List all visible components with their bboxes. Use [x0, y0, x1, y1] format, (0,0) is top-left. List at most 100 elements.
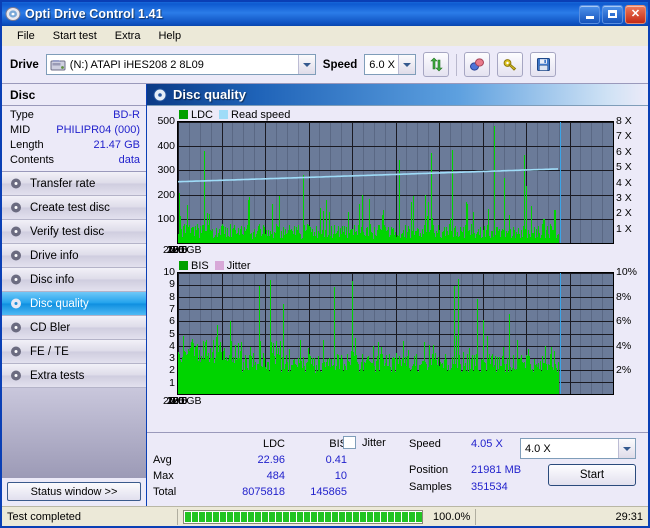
window-title: Opti Drive Control 1.41 — [25, 7, 163, 21]
disc-test-icon — [11, 274, 21, 285]
progress-chunk — [416, 511, 422, 522]
axis-tick-label: 2 — [169, 364, 175, 377]
disc-info-value: 21.47 GB — [93, 139, 140, 151]
chart-top-xaxis-row: 0.0 2.5 5.0 7.5 10.0 12.5 15.0 17.5 20.0 22.5 25.0… — [147, 244, 648, 259]
progress-chunk — [304, 511, 310, 522]
axis-tick-label: 10 — [163, 266, 175, 278]
speed-select[interactable]: 6.0 X — [364, 54, 417, 75]
panel-header: Disc quality — [147, 84, 648, 106]
disc-info-value: BD-R — [113, 109, 140, 121]
axis-tick-label: 200 — [157, 188, 175, 201]
stats-value-ldc: 22.96 — [257, 454, 285, 466]
progress-chunk — [227, 511, 233, 522]
axis-tick-label: 3 X — [616, 191, 632, 204]
disc-test-icon — [11, 226, 21, 237]
axis-tick-label: 4 — [169, 339, 175, 352]
stats-table: LDC BIS Avg 22.96 0.41 Max 484 10 Total … — [153, 436, 403, 506]
eject-icon — [470, 58, 485, 71]
eject-button[interactable] — [464, 52, 491, 77]
sidebar-item-transfer-rate[interactable]: Transfer rate — [2, 172, 146, 196]
test-speed-select[interactable]: 4.0 X — [520, 438, 636, 459]
refresh-button[interactable] — [423, 52, 450, 77]
stats-row-avg: Avg 22.96 0.41 — [153, 452, 403, 468]
sidebar-item-disc-info[interactable]: Disc info — [2, 268, 146, 292]
legend-swatch-jitter — [214, 261, 224, 270]
sidebar-item-label: Disc info — [30, 273, 75, 286]
sidebar-item-create-test-disc[interactable]: Create test disc — [2, 196, 146, 220]
chart-bottom: 1 2 3 4 5 6 7 8 9 10 2% 4% 6% 8% 10% — [147, 266, 648, 395]
sidebar-item-label: Transfer rate — [30, 177, 96, 190]
progress-chunk — [346, 511, 352, 522]
disc-test-icon — [11, 322, 21, 333]
sidebar-item-label: Verify test disc — [30, 225, 105, 238]
status-percent: 100.0% — [433, 510, 471, 523]
sidebar-item-fe-te[interactable]: FE / TE — [2, 340, 146, 364]
save-button[interactable] — [530, 52, 557, 77]
chart-bottom-y2axis: 2% 4% 6% 8% 10% — [614, 266, 648, 395]
chevron-down-icon[interactable] — [297, 55, 315, 74]
menu-file[interactable]: File — [8, 28, 44, 44]
progress-chunk — [409, 511, 415, 522]
chart-top-plot[interactable] — [177, 121, 614, 244]
chart-cursor[interactable] — [560, 273, 561, 394]
sidebar-item-disc-quality[interactable]: Disc quality — [2, 292, 146, 316]
menu-extra[interactable]: Extra — [106, 28, 150, 44]
toolbar-separator — [456, 53, 458, 76]
progress-chunk — [395, 511, 401, 522]
stats-col-bis: BIS — [329, 438, 347, 450]
disc-info-key: Length — [10, 139, 44, 151]
chart-legend-top: LDC Read speed — [147, 108, 648, 121]
sidebar-item-label: Extra tests — [30, 369, 85, 382]
disc-info-key: MID — [10, 124, 31, 136]
stats-row-label: Max — [153, 470, 174, 482]
sidebar-item-extra-tests[interactable]: Extra tests — [2, 364, 146, 388]
close-button[interactable]: ✕ — [625, 4, 646, 24]
chevron-down-icon[interactable] — [398, 55, 416, 74]
sidebar-item-verify-test-disc[interactable]: Verify test disc — [2, 220, 146, 244]
drive-label: Drive — [10, 58, 39, 71]
chart-top: 100 200 300 400 500 1 X 2 X 3 X 4 X 5 X 6 X 7 X 8 X — [147, 115, 648, 244]
stats-value-ldc: 484 — [266, 470, 285, 482]
axis-tick-label: 500 — [157, 115, 175, 127]
progress-cell — [178, 507, 428, 526]
title-bar: Opti Drive Control 1.41 ✕ — [2, 2, 648, 26]
chart-bottom-plot[interactable] — [177, 272, 614, 395]
jitter-checkbox[interactable] — [343, 436, 356, 449]
disc-info-row: Type BD-R — [10, 108, 140, 123]
progress-chunk — [402, 511, 408, 522]
speed-label: Speed — [322, 58, 358, 71]
maximize-button[interactable] — [602, 4, 623, 24]
drive-select-value: (N:) ATAPI iHES208 2 8L09 — [69, 58, 204, 71]
minimize-button[interactable] — [579, 4, 600, 24]
legend-label-bis: BIS — [191, 259, 209, 272]
axis-tick-label: 4% — [616, 339, 632, 352]
progress-chunk — [241, 511, 247, 522]
settings-button[interactable] — [497, 52, 524, 77]
legend-swatch-ldc — [179, 110, 188, 119]
jitter-toggle[interactable]: Jitter — [343, 436, 386, 449]
speed-info-label: Speed — [409, 438, 441, 450]
app-window: Opti Drive Control 1.41 ✕ File Start tes… — [0, 0, 650, 528]
disc-test-icon — [11, 298, 21, 309]
menu-start-test[interactable]: Start test — [44, 28, 106, 44]
axis-tick-label: 8 — [169, 290, 175, 303]
axis-tick-label: 6% — [616, 315, 632, 328]
sidebar-item-label: Create test disc — [30, 201, 110, 214]
drive-select[interactable]: (N:) ATAPI iHES208 2 8L09 — [45, 54, 316, 75]
settings-icon — [503, 59, 517, 71]
axis-tick-label: 300 — [157, 164, 175, 177]
sidebar-item-label: FE / TE — [30, 345, 69, 358]
axis-tick-label: 7 — [169, 302, 175, 315]
sidebar-item-drive-info[interactable]: Drive info — [2, 244, 146, 268]
start-button[interactable]: Start — [548, 464, 636, 486]
sidebar-item-cd-bler[interactable]: CD Bler — [2, 316, 146, 340]
menu-help[interactable]: Help — [149, 28, 190, 44]
sidebar-filler — [2, 388, 146, 478]
disc-info-row: Length 21.47 GB — [10, 138, 140, 153]
chart-cursor[interactable] — [560, 122, 561, 243]
jitter-checkbox-label: Jitter — [362, 436, 386, 449]
axis-tick-label: 6 X — [616, 145, 632, 158]
chevron-down-icon[interactable] — [618, 439, 635, 458]
stats-row-label: Avg — [153, 454, 172, 466]
status-window-button[interactable]: Status window >> — [7, 482, 141, 501]
